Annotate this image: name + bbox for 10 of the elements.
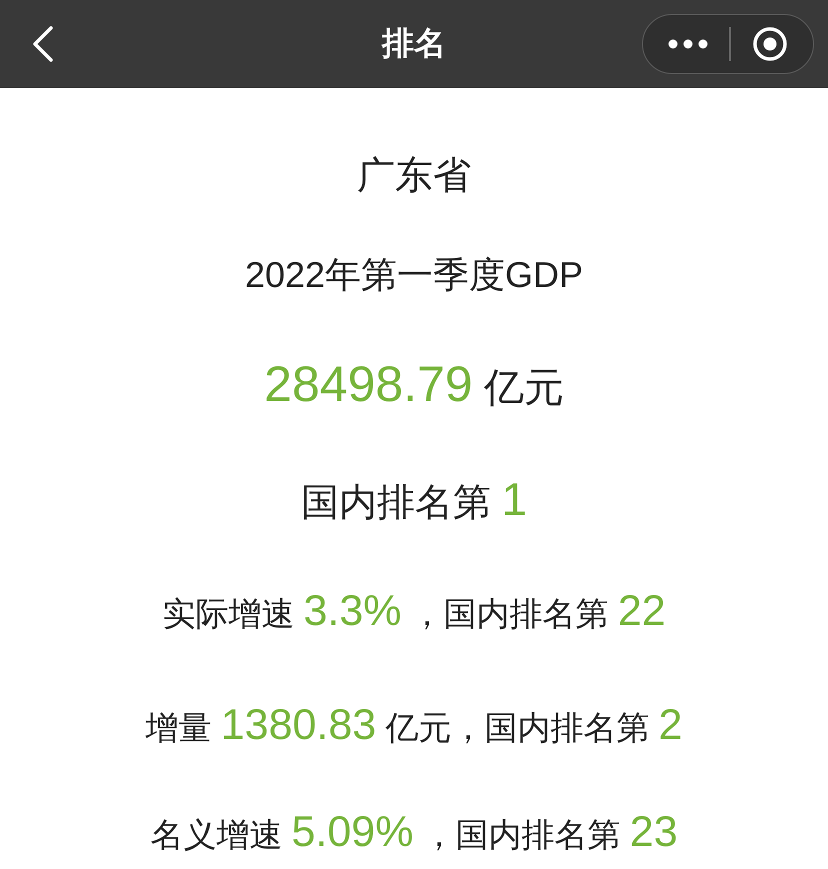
info-text: 28498.79 亿元 <box>264 355 564 414</box>
back-icon[interactable] <box>32 26 54 62</box>
info-text: 广东省 <box>357 154 471 198</box>
info-text: 国内排名第 1 <box>300 472 528 527</box>
info-text: 2022年第一季度GDP <box>244 252 584 296</box>
page-title: 排名 <box>382 24 446 63</box>
info-text: 实际增速 3.3% ，国内排名第 22 <box>162 587 666 637</box>
info-text: 名义增速 5.09% ，国内排名第 23 <box>150 808 678 858</box>
info-text: 增量 1380.83 亿元，国内排名第 2 <box>146 701 682 751</box>
more-icon[interactable] <box>668 39 708 49</box>
